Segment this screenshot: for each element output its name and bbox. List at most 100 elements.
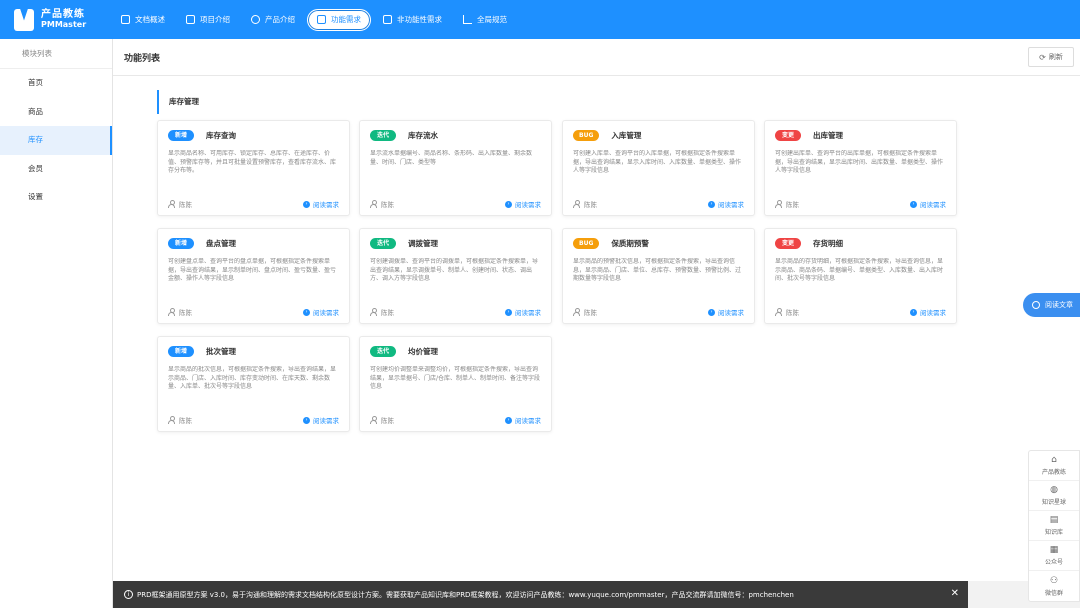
sidebar-item-goods[interactable]: 商品 — [0, 98, 112, 127]
read-requirement-link[interactable]: › 阅读需求 — [910, 307, 946, 317]
feature-card[interactable]: BUG 入库管理 可创建入库单、查询平台的入库单据，可根据指定条件搜索单据，导出查… — [562, 120, 755, 216]
arrow-right-icon: › — [708, 308, 715, 316]
user-icon — [168, 416, 175, 424]
read-requirement-link[interactable]: › 阅读需求 — [708, 199, 744, 209]
read-requirement-link[interactable]: › 阅读需求 — [303, 307, 339, 317]
feature-card[interactable]: BUG 保质期预警 显示商品的预警批次信息，可根据指定条件搜索，导出查询信息，显示… — [562, 228, 755, 324]
arrow-right-icon: › — [910, 308, 917, 316]
feature-card[interactable]: 新增 库存查询 显示商品名称、可用库存、锁定库存、总库存、在途库存、价值、预警库存… — [157, 120, 350, 216]
user-icon — [775, 200, 782, 208]
read-article-button[interactable]: 阅读文章 — [1023, 293, 1080, 317]
feature-card[interactable]: 新增 批次管理 显示商品的批次信息，可根据指定条件搜索，导出查询结果，显示商品、门… — [157, 336, 350, 432]
footer-text: PRD框架通用原型方案 v3.0，易于沟通和理解的需求文档结构化原型设计方案。需… — [137, 590, 794, 599]
feature-card[interactable]: 迭代 调拨管理 可创建调拨单、查询平台的调拨单，可根据指定条件搜索单，导出查询结果… — [359, 228, 552, 324]
arrow-right-icon: › — [303, 200, 310, 208]
author-name: 陈陈 — [381, 417, 394, 425]
refresh-icon: ⟳ — [1039, 52, 1046, 62]
author-name: 陈陈 — [786, 201, 799, 209]
sidebar-item-member[interactable]: 会员 — [0, 155, 112, 184]
status-badge: 新增 — [168, 238, 194, 249]
card-title: 库存流水 — [408, 131, 438, 140]
author-name: 陈陈 — [381, 309, 394, 317]
user-icon — [370, 308, 377, 316]
status-badge: 变更 — [775, 238, 801, 249]
feature-card[interactable]: 迭代 库存流水 显示流水单据编号、商品名称、条形码、出入库数量、剩余数量、时间、门… — [359, 120, 552, 216]
card-description: 可创建入库单、查询平台的入库单据，可根据指定条件搜索单据，导出查询结果，显示入库… — [573, 150, 742, 175]
info-icon: i — [124, 590, 133, 599]
author-name: 陈陈 — [179, 309, 192, 317]
feature-card[interactable]: 变更 出库管理 可创建出库单、查询平台的出库单据，可根据指定条件搜索单据，导出查询… — [764, 120, 957, 216]
card-description: 显示商品的预警批次信息，可根据指定条件搜索，导出查询信息，显示商品、门店、单位、… — [573, 258, 742, 283]
card-title: 库存查询 — [206, 131, 236, 140]
page-title: 功能列表 — [124, 54, 161, 64]
user-icon — [168, 200, 175, 208]
card-description: 可创建盘点单、查询平台的盘点单据，可根据指定条件搜索单据，导出查询结果，显示制单… — [168, 258, 337, 283]
card-title: 盘点管理 — [206, 239, 236, 248]
feature-card[interactable]: 变更 存货明细 显示商品的存货明细，可根据指定条件搜索，导出查询信息，显示商品、商… — [764, 228, 957, 324]
logo[interactable]: 产品教练 PMMaster — [0, 8, 112, 31]
arrow-right-icon: › — [505, 200, 512, 208]
author-name: 陈陈 — [179, 201, 192, 209]
author-name: 陈陈 — [584, 309, 597, 317]
feature-card[interactable]: 迭代 均价管理 可创建均价调整单来调整均价，可根据指定条件搜索，导出查询结果，显示… — [359, 336, 552, 432]
right-toolbar: ⌂ 产品教练 ◍ 知识星球 ▤ 知识库 ▦ 公众号 ⚇ 微信群 — [1028, 450, 1080, 602]
tool-knowledge-planet[interactable]: ◍ 知识星球 — [1029, 481, 1079, 511]
logo-mark-icon — [14, 8, 34, 31]
status-badge: 迭代 — [370, 238, 396, 249]
status-badge: 迭代 — [370, 130, 396, 141]
content-area: 库存管理 新增 库存查询 显示商品名称、可用库存、锁定库存、总库存、在途库存、价值… — [113, 76, 1080, 581]
arrow-right-icon: › — [708, 200, 715, 208]
tool-product-coach[interactable]: ⌂ 产品教练 — [1029, 451, 1079, 481]
doc-icon — [186, 15, 195, 24]
read-requirement-link[interactable]: › 阅读需求 — [708, 307, 744, 317]
read-requirement-link[interactable]: › 阅读需求 — [303, 415, 339, 425]
arrow-right-icon: › — [505, 308, 512, 316]
chart-icon — [463, 15, 472, 24]
card-description: 可创建调拨单、查询平台的调拨单，可根据指定条件搜索单，导出查询结果，显示调拨单号… — [370, 258, 539, 283]
sidebar-title: 模块列表 — [0, 39, 112, 69]
close-icon[interactable]: ✕ — [951, 588, 959, 600]
read-requirement-link[interactable]: › 阅读需求 — [303, 199, 339, 209]
nav-item-nonfunctional[interactable]: 非功能性需求 — [374, 9, 451, 31]
status-badge: 变更 — [775, 130, 801, 141]
sidebar-item-inventory[interactable]: 库存 — [0, 126, 112, 155]
feature-card[interactable]: 新增 盘点管理 可创建盘点单、查询平台的盘点单据，可根据指定条件搜索单据，导出查询… — [157, 228, 350, 324]
nav-item-global[interactable]: 全局规范 — [454, 9, 516, 31]
author-name: 陈陈 — [381, 201, 394, 209]
author-name: 陈陈 — [584, 201, 597, 209]
arrow-right-icon: › — [505, 416, 512, 424]
user-icon — [168, 308, 175, 316]
nav-item-project[interactable]: 项目介绍 — [177, 9, 239, 31]
status-badge: 迭代 — [370, 346, 396, 357]
status-badge: 新增 — [168, 346, 194, 357]
info-icon — [1032, 301, 1040, 309]
read-requirement-link[interactable]: › 阅读需求 — [505, 199, 541, 209]
globe-icon: ◍ — [1050, 485, 1058, 495]
top-navbar: 产品教练 PMMaster 文档概述 项目介绍 产品介绍 功能需求 非功能性需求… — [0, 0, 1080, 39]
logo-subtitle: PMMaster — [41, 19, 87, 29]
card-title: 批次管理 — [206, 347, 236, 356]
qr-icon: ▦ — [1049, 545, 1059, 555]
author-name: 陈陈 — [786, 309, 799, 317]
nav-item-product[interactable]: 产品介绍 — [242, 9, 304, 31]
user-icon — [775, 308, 782, 316]
card-title: 出库管理 — [813, 131, 843, 140]
grid-icon — [383, 15, 392, 24]
tool-knowledge-base[interactable]: ▤ 知识库 — [1029, 511, 1079, 541]
card-title: 均价管理 — [408, 347, 438, 356]
main-header: 功能列表 ⟳ 刷新 — [113, 39, 1080, 76]
sidebar-item-home[interactable]: 首页 — [0, 69, 112, 98]
read-requirement-link[interactable]: › 阅读需求 — [910, 199, 946, 209]
footer-banner: i PRD框架通用原型方案 v3.0，易于沟通和理解的需求文档结构化原型设计方案… — [113, 581, 968, 608]
refresh-button[interactable]: ⟳ 刷新 — [1028, 47, 1074, 67]
nav-item-overview[interactable]: 文档概述 — [112, 9, 174, 31]
user-icon — [370, 200, 377, 208]
read-requirement-link[interactable]: › 阅读需求 — [505, 307, 541, 317]
nav-item-functional[interactable]: 功能需求 — [307, 8, 371, 31]
card-title: 存货明细 — [813, 239, 843, 248]
tool-official-account[interactable]: ▦ 公众号 — [1029, 541, 1079, 571]
sidebar-item-settings[interactable]: 设置 — [0, 183, 112, 212]
tool-wechat-group[interactable]: ⚇ 微信群 — [1029, 571, 1079, 601]
read-requirement-link[interactable]: › 阅读需求 — [505, 415, 541, 425]
section-title: 库存管理 — [157, 90, 199, 114]
